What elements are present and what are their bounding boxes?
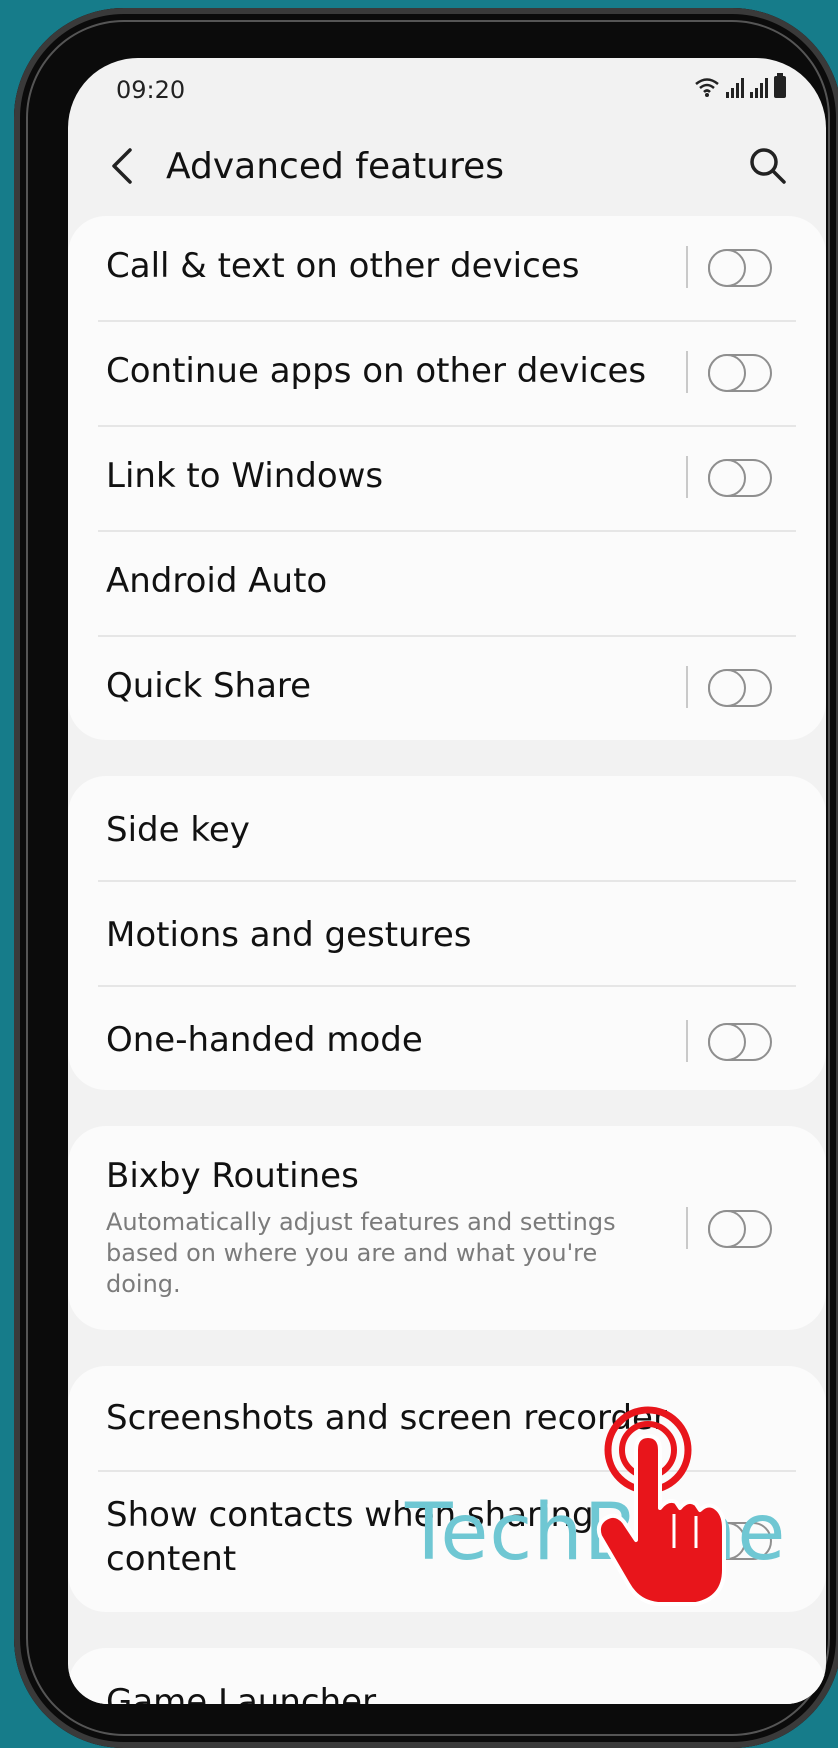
toggle-switch[interactable] — [708, 354, 772, 392]
app-header: Advanced features — [68, 120, 826, 210]
status-icons — [694, 73, 786, 98]
signal-icon-2 — [750, 78, 768, 98]
wifi-icon — [695, 78, 719, 97]
setting-one-handed[interactable]: One-handed mode — [68, 986, 826, 1090]
setting-android-auto[interactable]: Android Auto — [68, 531, 826, 635]
toggle-switch[interactable] — [708, 1023, 772, 1061]
setting-game-launcher[interactable]: Game Launcher — [68, 1648, 826, 1704]
toggle-switch[interactable] — [708, 669, 772, 707]
search-icon[interactable] — [746, 144, 790, 188]
toggle-switch[interactable] — [708, 1210, 772, 1248]
settings-group-bixby: Bixby Routines Automatically adjust feat… — [68, 1126, 826, 1330]
setting-bixby-routines[interactable]: Bixby Routines Automatically adjust feat… — [68, 1126, 826, 1330]
setting-continue-apps[interactable]: Continue apps on other devices — [68, 321, 826, 425]
setting-call-text[interactable]: Call & text on other devices — [68, 216, 826, 320]
settings-group-games: Game Launcher — [68, 1648, 826, 1704]
toggle-switch[interactable] — [708, 249, 772, 287]
status-bar: 09:20 — [116, 72, 786, 112]
battery-icon — [774, 73, 786, 98]
settings-group-connections: Call & text on other devices Continue ap… — [68, 216, 826, 740]
setting-side-key[interactable]: Side key — [68, 776, 826, 880]
signal-icon-1 — [726, 78, 744, 98]
setting-motions-gestures[interactable]: Motions and gestures — [68, 881, 826, 985]
setting-link-windows[interactable]: Link to Windows — [68, 426, 826, 530]
status-time: 09:20 — [116, 76, 186, 104]
page-title: Advanced features — [166, 146, 504, 187]
back-arrow-icon[interactable] — [104, 144, 144, 188]
toggle-switch[interactable] — [708, 459, 772, 497]
tap-hand-icon — [596, 1406, 726, 1606]
setting-quick-share[interactable]: Quick Share — [68, 636, 826, 740]
setting-description: Automatically adjust features and settin… — [106, 1208, 616, 1298]
settings-group-controls: Side key Motions and gestures One-handed… — [68, 776, 826, 1090]
